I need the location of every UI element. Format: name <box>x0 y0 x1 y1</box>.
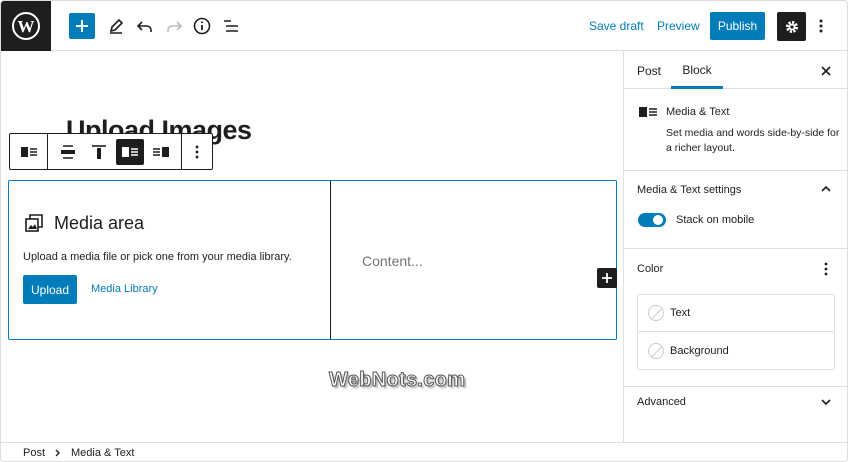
color-label: Background <box>670 344 729 357</box>
media-left-icon <box>122 146 139 157</box>
color-label: Text <box>670 307 691 319</box>
chevron-right-icon <box>54 449 62 457</box>
media-right-icon <box>153 146 170 157</box>
media-area-title: Media area <box>54 213 145 233</box>
pencil-icon <box>109 18 124 34</box>
publish-button[interactable]: Publish <box>710 12 765 40</box>
settings-sidebar: Post Block Media & Text Set media and wo… <box>623 51 847 442</box>
chevron-up-icon[interactable] <box>820 183 832 195</box>
media-gallery-icon <box>25 214 43 232</box>
close-sidebar-button[interactable] <box>818 63 834 79</box>
wordpress-logo-icon[interactable]: W <box>1 1 51 51</box>
media-left-button[interactable] <box>116 138 145 165</box>
media-text-settings-panel: Media & Text settings Stack on mobile <box>624 171 847 249</box>
empty-swatch-icon <box>648 342 664 359</box>
tab-block[interactable]: Block <box>671 51 723 89</box>
media-library-button[interactable]: Media Library <box>91 283 158 295</box>
settings-button[interactable] <box>777 12 806 41</box>
block-type-group <box>10 134 48 169</box>
plus-icon <box>602 273 612 283</box>
media-area-description: Upload a media file or pick one from you… <box>23 251 292 263</box>
block-options-button[interactable] <box>183 139 211 165</box>
panel-title[interactable]: Media & Text settings <box>637 184 741 196</box>
tools-button[interactable] <box>104 14 128 38</box>
toggle-label: Stack on mobile <box>676 214 755 226</box>
list-view-icon <box>224 20 238 32</box>
content-placeholder[interactable]: Content... <box>362 253 423 269</box>
breadcrumb-post[interactable]: Post <box>23 447 45 459</box>
block-card: Media & Text Set media and words side-by… <box>624 89 847 171</box>
svg-text:W: W <box>18 17 35 36</box>
list-view-button[interactable] <box>219 14 243 38</box>
breadcrumb-media-text[interactable]: Media & Text <box>71 447 134 459</box>
breadcrumb: Post Media & Text <box>1 442 847 461</box>
plus-icon <box>76 20 88 32</box>
details-button[interactable] <box>190 14 214 38</box>
block-toolbar <box>9 133 213 170</box>
media-text-icon <box>639 107 657 117</box>
alignment-group <box>48 134 182 169</box>
gear-icon <box>785 20 798 33</box>
block-card-title: Media & Text <box>666 106 730 118</box>
undo-icon <box>136 21 152 32</box>
editor-window: W Save draft Preview Publish Upload Imag… <box>0 0 848 462</box>
close-icon <box>821 66 831 76</box>
color-list: Text Background <box>637 294 835 370</box>
stack-on-mobile-toggle[interactable] <box>638 213 666 227</box>
undo-button[interactable] <box>133 14 157 38</box>
align-top-icon <box>91 144 106 159</box>
editor-canvas: Upload Images Media area Upload a media … <box>1 51 623 442</box>
empty-swatch-icon <box>648 305 664 321</box>
color-item-background[interactable]: Background <box>638 332 834 369</box>
options-button[interactable] <box>813 15 829 37</box>
block-type-button[interactable] <box>15 139 43 165</box>
advanced-panel[interactable]: Advanced <box>624 387 847 419</box>
redo-icon <box>167 21 183 32</box>
save-draft-button[interactable]: Save draft <box>589 19 644 33</box>
watermark: WebNots.com <box>328 369 466 392</box>
align-center-icon <box>60 144 75 159</box>
block-inserter-button[interactable] <box>597 268 617 288</box>
block-card-description: Set media and words side-by-side for a r… <box>666 127 840 154</box>
more-options-group <box>182 134 212 169</box>
media-area-placeholder: Media area Upload a media file or pick o… <box>9 181 331 339</box>
preview-button[interactable]: Preview <box>657 19 700 33</box>
sidebar-tabs: Post Block <box>624 51 847 89</box>
panel-title: Color <box>637 263 664 275</box>
media-text-block[interactable]: Media area Upload a media file or pick o… <box>8 180 617 340</box>
chevron-down-icon <box>821 399 831 406</box>
color-panel: Color Text Background <box>624 249 847 387</box>
media-text-icon <box>20 146 37 157</box>
align-center-button[interactable] <box>54 139 82 165</box>
align-top-button[interactable] <box>85 139 113 165</box>
color-options-button[interactable] <box>822 261 830 277</box>
more-vertical-icon <box>819 19 823 33</box>
top-toolbar: W Save draft Preview Publish <box>1 1 847 51</box>
media-right-button[interactable] <box>147 139 175 165</box>
tab-post[interactable]: Post <box>637 64 661 78</box>
more-vertical-icon <box>195 145 199 158</box>
panel-title: Advanced <box>637 396 686 408</box>
redo-button[interactable] <box>162 14 186 38</box>
more-vertical-icon <box>824 262 828 276</box>
add-block-button[interactable] <box>69 13 95 39</box>
upload-button[interactable]: Upload <box>23 275 77 304</box>
info-icon <box>193 17 211 35</box>
color-item-text[interactable]: Text <box>638 295 834 332</box>
